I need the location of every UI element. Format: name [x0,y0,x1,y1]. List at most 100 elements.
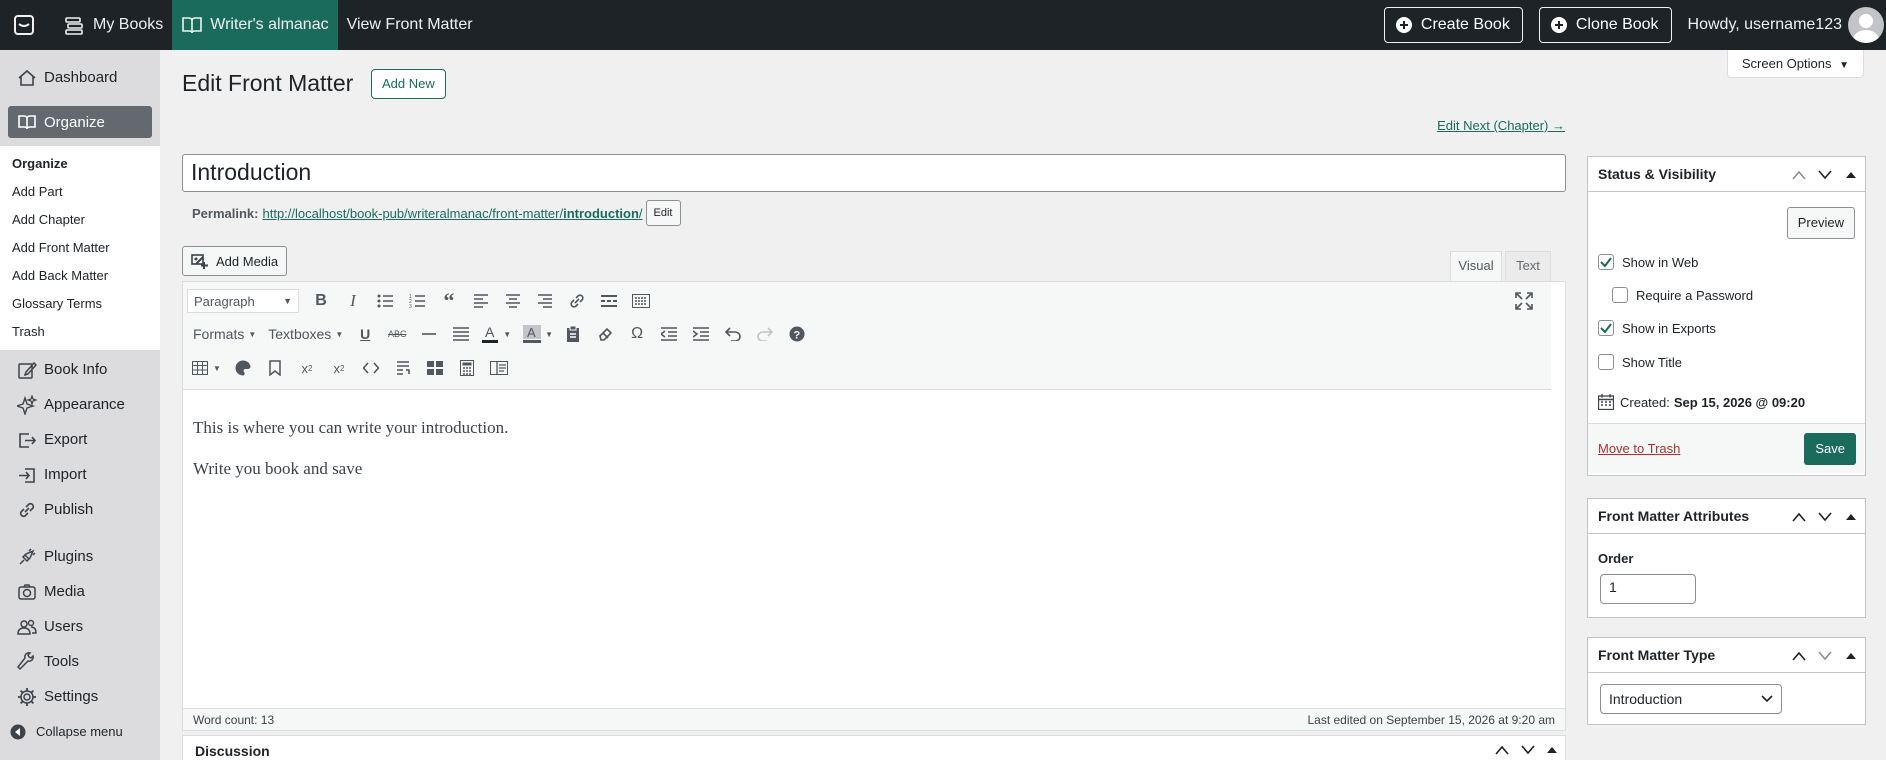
indent-icon[interactable] [685,320,717,348]
align-left-icon[interactable] [465,287,497,315]
move-up-icon[interactable] [1791,648,1807,664]
clone-book-button[interactable]: Clone Book [1538,7,1672,43]
undo-icon[interactable] [717,320,749,348]
move-down-icon[interactable] [1817,509,1833,525]
clear-formatting-icon[interactable] [589,320,621,348]
collapse-menu-button[interactable]: Collapse menu [0,714,160,749]
caret-down-icon[interactable]: ▼ [503,330,511,339]
caret-down-icon[interactable]: ▼ [545,330,553,339]
sidebar-item-export[interactable]: Export [0,422,160,457]
table-icon[interactable] [187,354,213,382]
horizontal-line-icon[interactable] [413,320,445,348]
sidebar-item-media[interactable]: Media [0,574,160,609]
move-down-icon[interactable] [1817,648,1833,664]
sidebar-item-settings[interactable]: Settings [0,679,160,714]
my-books-link[interactable]: My Books [55,0,172,50]
background-color-icon[interactable]: A [519,320,545,348]
bold-icon[interactable]: B [305,287,337,315]
submenu-add-part[interactable]: Add Part [0,178,160,206]
sidebar-item-book-info[interactable]: Book Info [0,352,160,387]
text-direction-icon[interactable] [387,354,419,382]
glossary-icon[interactable] [483,354,515,382]
sidebar-item-plugins[interactable]: Plugins [0,539,160,574]
help-icon[interactable]: ? [781,320,813,348]
code-icon[interactable] [355,354,387,382]
front-matter-type-select[interactable]: Introduction [1600,684,1782,714]
toggle-panel-icon[interactable] [1547,745,1557,755]
subscript-icon[interactable]: x2 [323,354,355,382]
move-up-icon[interactable] [1495,745,1509,755]
order-input[interactable]: 1 [1600,574,1696,604]
submenu-glossary-terms[interactable]: Glossary Terms [0,290,160,318]
toggle-panel-icon[interactable] [1843,648,1859,664]
toolbar-toggle-icon[interactable] [625,287,657,315]
site-logo[interactable] [0,0,55,50]
justify-icon[interactable] [445,320,477,348]
tab-text[interactable]: Text [1505,251,1551,281]
move-up-icon[interactable] [1791,509,1807,525]
superscript-icon[interactable]: x2 [291,354,323,382]
save-button[interactable]: Save [1804,433,1856,465]
permalink-edit-button[interactable]: Edit [645,200,681,226]
editor-content[interactable]: This is where you can write your introdu… [193,418,508,500]
create-book-button[interactable]: Create Book [1383,7,1523,43]
avatar[interactable] [1848,7,1884,43]
italic-icon[interactable]: I [337,287,369,315]
color-palette-icon[interactable] [227,354,259,382]
bookmark-icon[interactable] [259,354,291,382]
require-password-checkbox[interactable] [1612,287,1628,303]
sidebar-item-tools[interactable]: Tools [0,644,160,679]
book-title-link[interactable]: Writer's almanac [172,0,338,50]
submenu-trash[interactable]: Trash [0,318,160,346]
toggle-panel-icon[interactable] [1843,167,1859,183]
bullet-list-icon[interactable] [369,287,401,315]
fullscreen-icon[interactable] [1515,292,1533,310]
move-to-trash-link[interactable]: Move to Trash [1598,441,1680,456]
move-up-icon[interactable] [1791,167,1807,183]
show-title-checkbox[interactable] [1598,354,1614,370]
move-down-icon[interactable] [1817,167,1833,183]
format-select[interactable]: Paragraph ▼ [187,289,299,313]
redo-icon[interactable] [749,320,781,348]
strikethrough-icon[interactable]: ABC [381,320,413,348]
formats-menu[interactable]: Formats ▼ [193,326,256,342]
submenu-add-back-matter[interactable]: Add Back Matter [0,262,160,290]
insert-link-icon[interactable] [561,287,593,315]
align-center-icon[interactable] [497,287,529,315]
user-greeting[interactable]: Howdy, username123 [1688,16,1842,34]
view-front-matter-link[interactable]: View Front Matter [338,0,482,50]
preview-button[interactable]: Preview [1786,207,1855,239]
submenu-organize[interactable]: Organize [0,150,160,178]
tab-visual[interactable]: Visual [1450,251,1502,281]
text-color-icon[interactable]: A [477,320,503,348]
add-new-button[interactable]: Add New [371,69,446,99]
show-in-exports-checkbox[interactable] [1598,320,1614,336]
caret-down-icon[interactable]: ▼ [213,364,221,373]
screen-options-button[interactable]: Screen Options ▼ [1726,50,1864,78]
sidebar-item-import[interactable]: Import [0,457,160,492]
add-media-button[interactable]: Add Media [182,246,288,276]
move-down-icon[interactable] [1521,745,1535,755]
sidebar-item-organize[interactable]: Organize [8,106,152,138]
submenu-add-front-matter[interactable]: Add Front Matter [0,234,160,262]
outdent-icon[interactable] [653,320,685,348]
underline-icon[interactable]: U [349,320,381,348]
sidebar-item-dashboard[interactable]: Dashboard [0,60,160,95]
align-right-icon[interactable] [529,287,561,315]
edit-next-link[interactable]: Edit Next (Chapter) → [1437,118,1565,133]
blocks-icon[interactable] [419,354,451,382]
post-title-input[interactable]: Introduction [182,154,1566,192]
toggle-panel-icon[interactable] [1843,509,1859,525]
sidebar-item-users[interactable]: Users [0,609,160,644]
special-character-icon[interactable]: Ω [621,320,653,348]
numbered-list-icon[interactable]: 123 [401,287,433,315]
show-in-web-checkbox[interactable] [1598,254,1614,270]
calculator-icon[interactable] [451,354,483,382]
textboxes-menu[interactable]: Textboxes ▼ [268,326,343,342]
permalink-url[interactable]: http://localhost/book-pub/writeralmanac/… [262,206,642,221]
sidebar-item-publish[interactable]: Publish [0,492,160,527]
blockquote-icon[interactable]: “ [433,287,465,315]
submenu-add-chapter[interactable]: Add Chapter [0,206,160,234]
sidebar-item-appearance[interactable]: Appearance [0,387,160,422]
paste-text-icon[interactable] [557,320,589,348]
